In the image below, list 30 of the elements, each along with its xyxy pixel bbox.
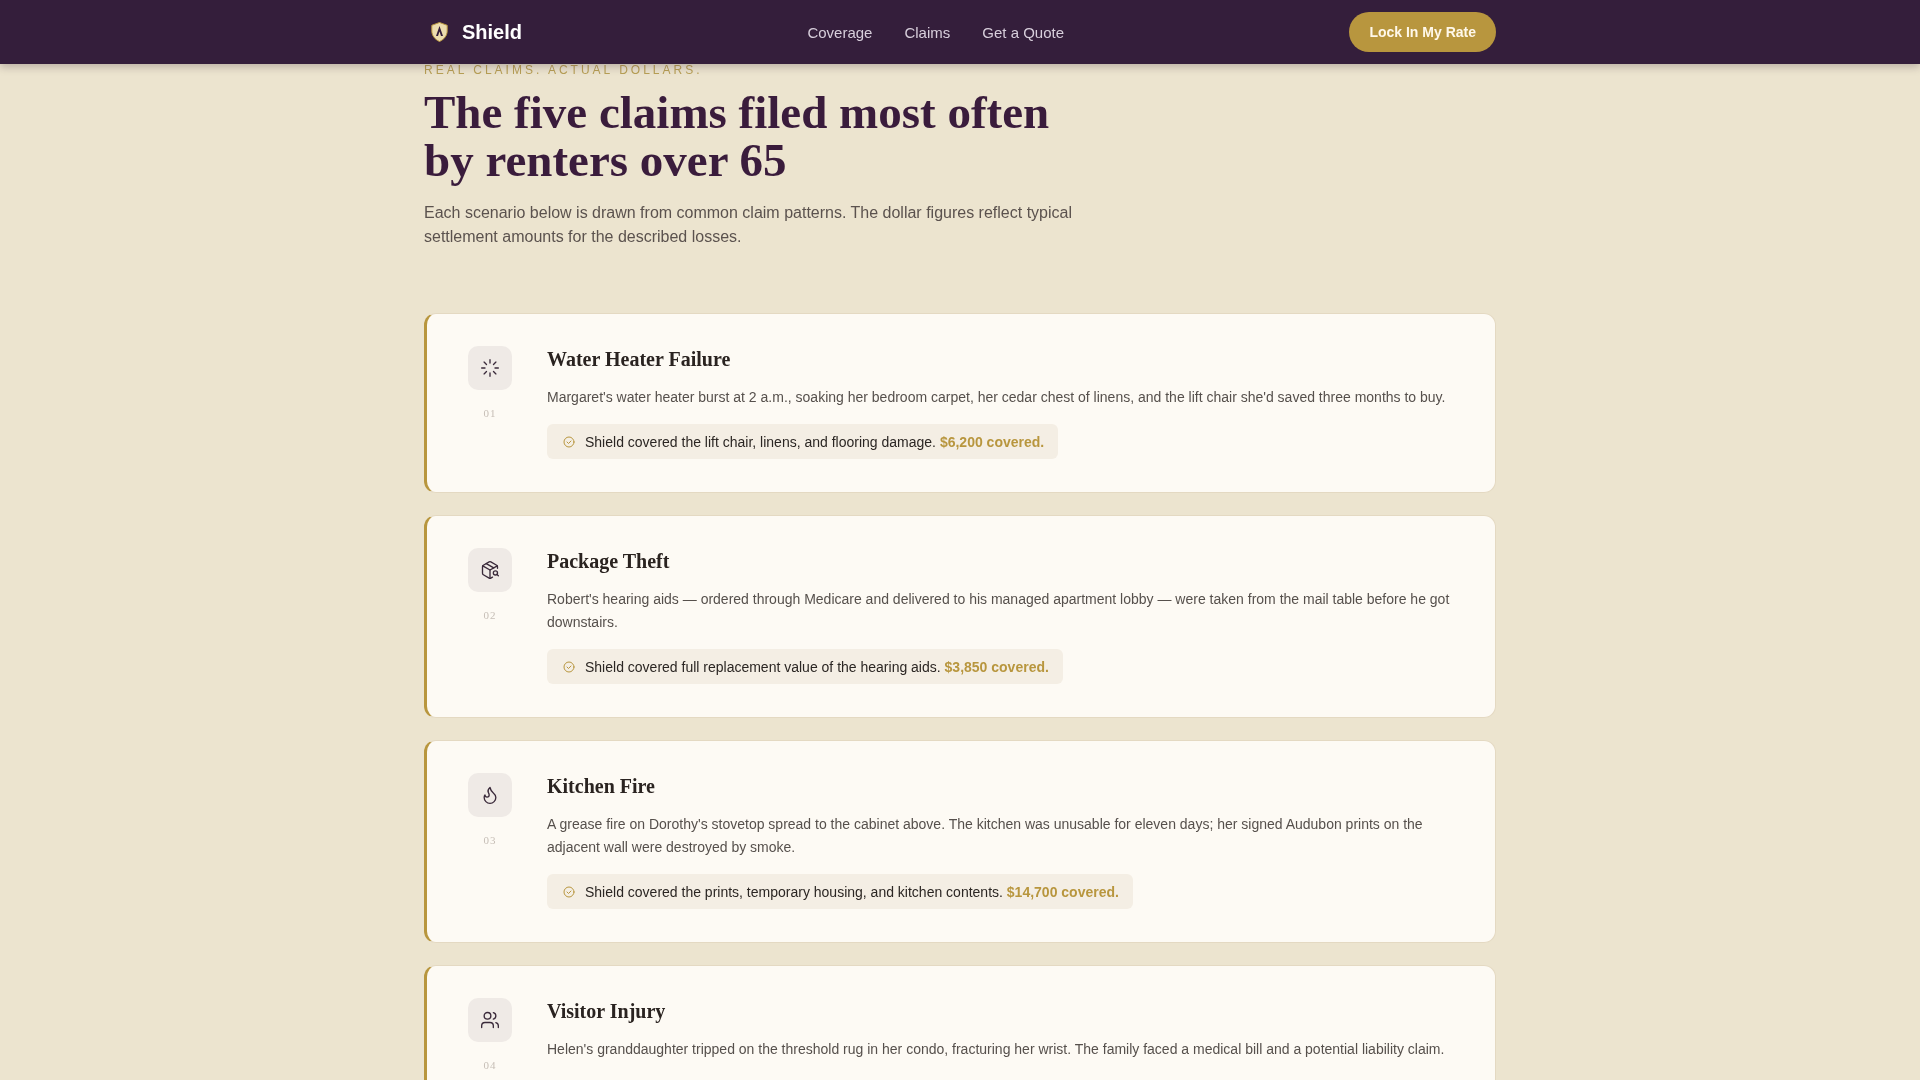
claim-description: A grease fire on Dorothy's stovetop spread to the cabinet above. The kitchen was unusable for eleven days; her signed Audubon prints on the adjacent wall were destroyed by smoke.: [547, 815, 1424, 857]
flame-icon: [468, 773, 512, 817]
claim-number: 03: [483, 834, 497, 846]
page-heading: The five claims filed most often by renters over 65: [424, 88, 1051, 184]
coverage-text: Shield covered the prints, temporary housing, and kitchen contents. $14,700 covered.: [585, 883, 1119, 900]
box-magnifier-icon: [468, 548, 512, 592]
intro-paragraph: Each scenario below is drawn from common claim patterns. The dollar figures reflect typical settlement amounts for the described losses.: [424, 203, 1073, 247]
claim-title: Water Heater Failure: [547, 347, 732, 372]
radiating-lines-icon: [468, 346, 512, 390]
nav-link[interactable]: Coverage: [807, 23, 873, 41]
nav-link[interactable]: Claims: [904, 23, 951, 41]
claim-description: Margaret's water heater burst at 2 a.m., soaking her bedroom carpet, her cedar chest of linens, and the lift chair she'd saved three months to buy.: [547, 388, 1447, 407]
coverage-text: Shield covered the lift chair, linens, and flooring damage. $6,200 covered.: [585, 433, 1045, 450]
claim-description: Robert's hearing aids — ordered through Medicare and delivered to his managed apartment lobby — were taken from the mail table before he got downstairs.: [547, 590, 1451, 632]
claim-description: Helen's granddaughter tripped on the threshold rug in her condo, fracturing her wrist. The family faced a medical bill and a potential liability claim.: [547, 1040, 1446, 1059]
claim-title: Package Theft: [547, 549, 671, 574]
people-icon: [468, 998, 512, 1042]
claim-number: 01: [483, 407, 497, 419]
eyebrow-text: REAL CLAIMS. ACTUAL DOLLARS.: [424, 64, 704, 76]
coverage-text: Shield covered full replacement value of the hearing aids. $3,850 covered.: [585, 658, 1049, 675]
check-circle-icon: [563, 885, 575, 898]
nav-link[interactable]: Get a Quote: [982, 23, 1064, 41]
claim-title: Visitor Injury: [547, 999, 667, 1024]
check-circle-icon: [563, 660, 575, 673]
claim-number: 04: [483, 1059, 497, 1071]
claim-title: Kitchen Fire: [547, 774, 656, 799]
brand-name[interactable]: Shield: [462, 20, 522, 44]
claim-number: 02: [483, 609, 497, 621]
shield-logo-icon[interactable]: [431, 22, 448, 42]
check-circle-icon: [563, 435, 575, 448]
